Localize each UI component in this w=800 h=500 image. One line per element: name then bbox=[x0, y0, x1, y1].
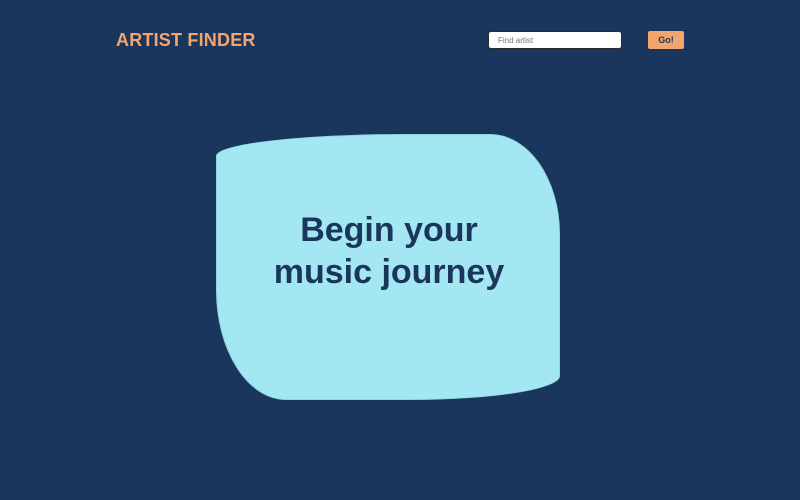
hero-title-line-2: music journey bbox=[273, 253, 505, 291]
go-button[interactable]: Go! bbox=[648, 31, 684, 49]
hero-title-line-1: Begin your bbox=[300, 211, 478, 249]
hero-card: Begin your music journey bbox=[216, 134, 560, 400]
header: ARTIST FINDER Go! bbox=[0, 0, 800, 80]
logo[interactable]: ARTIST FINDER bbox=[116, 30, 256, 50]
search-input[interactable] bbox=[488, 31, 622, 49]
hero-title: Begin your music journey bbox=[217, 209, 561, 293]
